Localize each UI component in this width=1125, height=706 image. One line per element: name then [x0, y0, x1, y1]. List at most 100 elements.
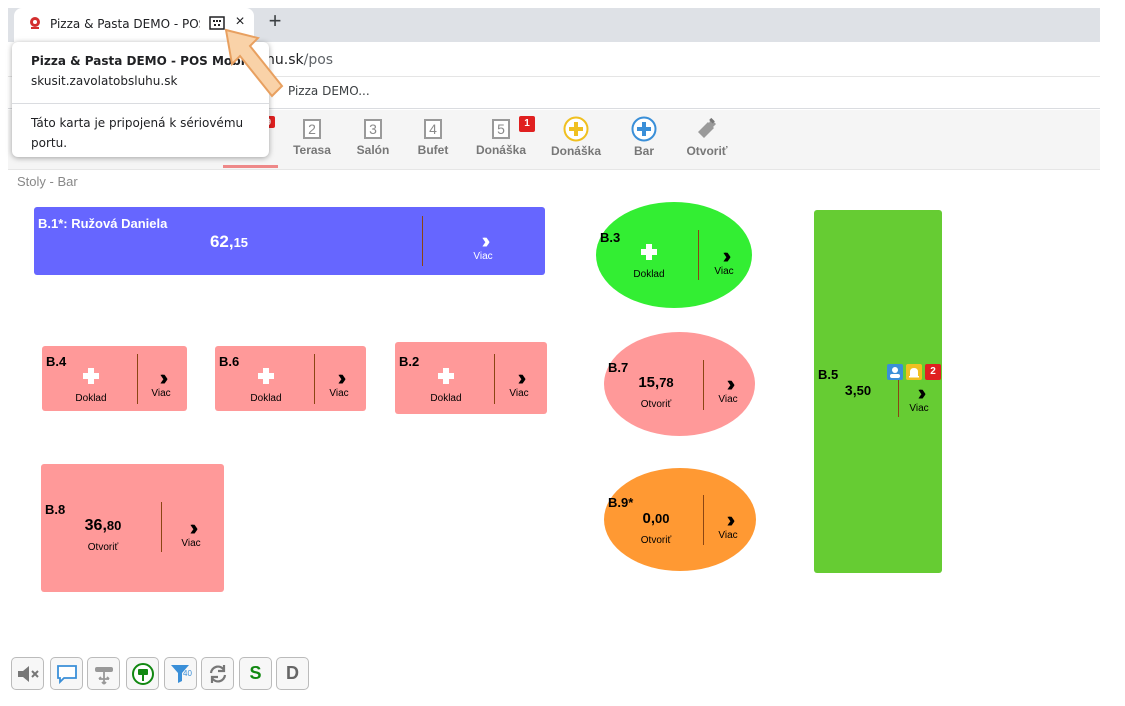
more-button[interactable]: ›› Viac	[171, 515, 211, 550]
tab-label: Donáška	[475, 143, 527, 157]
more-button[interactable]: ›› Viac	[900, 380, 938, 415]
more-button[interactable]: ›› Viac	[709, 507, 747, 542]
tab-bar[interactable]: Bar	[609, 116, 679, 158]
doklad-button[interactable]: Doklad	[626, 244, 672, 282]
more-button[interactable]: ›› Viac	[463, 228, 503, 263]
plus-circle-blue-icon	[631, 116, 657, 142]
user-icon	[887, 364, 903, 380]
divider	[422, 216, 423, 266]
double-chevron-icon: ››	[917, 380, 927, 405]
divider	[898, 375, 899, 417]
table-name: B.1*: Ružová Daniela	[38, 216, 168, 231]
tab-donaska-add[interactable]: Donáška	[541, 116, 611, 158]
table-name: B.9*	[608, 495, 634, 510]
divider	[137, 354, 138, 404]
plus-icon	[83, 368, 99, 384]
divider	[698, 230, 699, 280]
tab-terasa[interactable]: 2 Terasa	[277, 116, 347, 157]
area-number-icon: 4	[424, 119, 442, 139]
breadcrumb: Stoly - Bar	[17, 174, 78, 189]
table-b2[interactable]: B.2 Doklad ›› Viac	[395, 342, 547, 414]
table-amount: 15,78	[638, 374, 674, 391]
plus-icon	[438, 368, 454, 384]
table-name: B.2	[399, 354, 420, 369]
area-number-icon: 5	[492, 119, 510, 139]
bell-icon	[906, 364, 922, 380]
mute-button[interactable]	[11, 657, 44, 690]
table-b4[interactable]: B.4 Doklad ›› Viac	[42, 346, 187, 411]
area-number-icon: 3	[364, 119, 382, 139]
table-move-icon	[94, 667, 113, 685]
more-button[interactable]: ›› Viac	[500, 365, 538, 400]
tab-bufet[interactable]: 4 Bufet	[398, 116, 468, 157]
plus-icon	[258, 368, 274, 384]
table-b6[interactable]: B.6 Doklad ›› Viac	[215, 346, 366, 411]
divider	[494, 354, 495, 404]
table-name: B.4	[46, 354, 67, 369]
tab-label: Otvoriť	[686, 144, 728, 158]
refresh-icon	[209, 665, 226, 683]
tab-label: Bar	[633, 144, 654, 158]
tab-label: Terasa	[293, 143, 331, 157]
tab-label: Donáška	[550, 144, 602, 158]
more-button[interactable]: ›› Viac	[704, 243, 744, 278]
bookmark-item[interactable]: Pizza DEMO...	[288, 84, 370, 98]
divider	[314, 354, 315, 404]
table-amount: 36,80	[84, 517, 122, 534]
double-chevron-icon: ››	[481, 228, 491, 253]
double-chevron-icon: ››	[722, 243, 732, 268]
double-chevron-icon: ››	[726, 507, 736, 532]
table-name: B.6	[219, 354, 240, 369]
table-name: B.5	[818, 367, 839, 382]
table-b9[interactable]: B.9* 0,00 Otvoriť ›› Viac	[604, 468, 756, 571]
double-chevron-icon: ››	[517, 365, 527, 390]
table-b1[interactable]: B.1*: Ružová Daniela 62,15 ›› Viac	[34, 207, 545, 275]
table-badge: 2	[925, 364, 941, 380]
url-path: /pos	[303, 52, 334, 68]
divider	[161, 502, 162, 552]
messages-button[interactable]	[50, 657, 83, 690]
divider	[703, 495, 704, 545]
donaska-badge: 1	[519, 116, 535, 132]
doklad-button[interactable]: Doklad	[243, 368, 289, 406]
s-button[interactable]: S	[239, 657, 272, 690]
pointer-arrow-icon	[224, 28, 284, 98]
tab-label: Salón	[356, 143, 390, 157]
table-b8[interactable]: B.8 36,80 Otvoriť ›› Viac	[41, 464, 224, 592]
table-amount: 62,15	[209, 232, 249, 251]
open-status[interactable]: Otvoriť	[626, 535, 686, 546]
d-button[interactable]: D	[276, 657, 309, 690]
more-button[interactable]: ›› Viac	[320, 365, 358, 400]
table-b5[interactable]: B.5 3,50 2 ›› Viac	[814, 210, 942, 573]
call-waiter-icon	[131, 663, 154, 685]
doklad-button[interactable]: Doklad	[68, 368, 114, 406]
refresh-button[interactable]	[201, 657, 234, 690]
doklad-button[interactable]: Doklad	[423, 368, 469, 406]
table-b7[interactable]: B.7 15,78 Otvoriť ›› Viac	[604, 332, 755, 436]
open-status[interactable]: Otvoriť	[73, 542, 133, 553]
table-name: B.3	[600, 230, 621, 245]
more-button[interactable]: ›› Viac	[142, 367, 180, 400]
table-b3[interactable]: B.3 Doklad ›› Viac	[596, 202, 752, 308]
filter-button[interactable]: 40	[164, 657, 197, 690]
filter-count: 40	[183, 669, 192, 678]
double-chevron-icon: ››	[189, 515, 199, 540]
plus-circle-yellow-icon	[563, 116, 589, 142]
move-tables-button[interactable]	[87, 657, 120, 690]
popup-host: skusit.zavolatobsluhu.sk	[31, 74, 178, 88]
popup-message: Táto karta je pripojená k sériovému port…	[31, 116, 244, 150]
area-number-icon: 2	[303, 119, 321, 139]
table-name: B.7	[608, 360, 629, 375]
bottle-icon	[698, 117, 716, 138]
table-name: B.8	[45, 502, 66, 517]
open-status[interactable]: Otvoriť	[626, 399, 686, 410]
plus-icon	[641, 244, 657, 260]
more-button[interactable]: ›› Viac	[709, 371, 747, 406]
tab-otvorit[interactable]: Otvoriť	[672, 116, 742, 158]
double-chevron-icon: ››	[726, 371, 736, 396]
speaker-mute-icon	[17, 666, 39, 682]
waiter-call-button[interactable]	[126, 657, 159, 690]
double-chevron-icon: ››	[337, 365, 347, 390]
divider	[703, 360, 704, 410]
chat-bubble-icon	[56, 665, 77, 685]
